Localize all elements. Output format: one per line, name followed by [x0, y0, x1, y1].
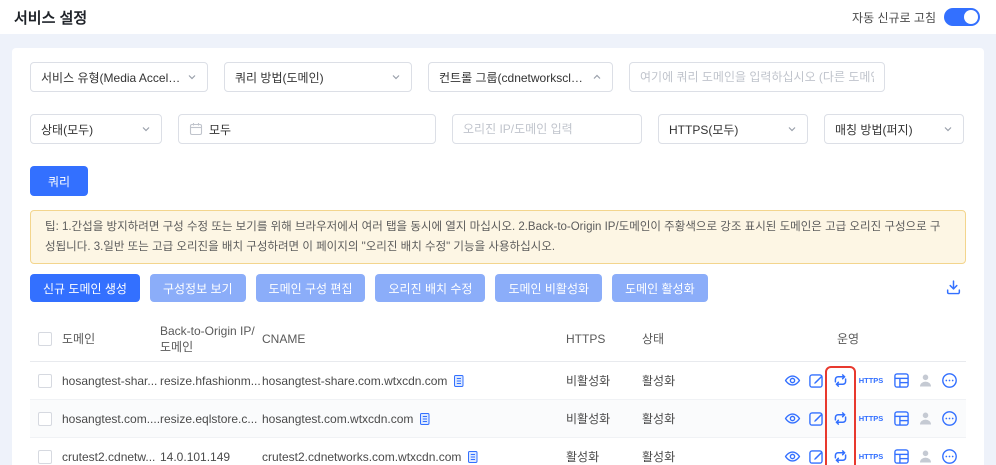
config-table-icon[interactable]: [893, 410, 910, 427]
domain-cell: crutest2.cdnetw...: [62, 449, 156, 464]
sync-icon[interactable]: [832, 410, 849, 427]
col-header-ops: 운영: [836, 332, 860, 346]
view-icon[interactable]: [784, 410, 801, 427]
table-row: hosangtest-shar... resize.hfashionm... h…: [30, 362, 966, 400]
query-button[interactable]: 쿼리: [30, 166, 88, 196]
date-value: 모두: [209, 122, 232, 137]
sync-icon[interactable]: [832, 372, 849, 389]
more-icon[interactable]: [941, 372, 958, 389]
view-config-button[interactable]: 구성정보 보기: [149, 274, 246, 302]
toggle-knob: [964, 10, 978, 24]
tip-banner: 팁: 1.간섭을 방지하려면 구성 수정 또는 보기를 위해 브라우저에서 여러…: [30, 210, 966, 264]
more-icon[interactable]: [941, 410, 958, 427]
https-config-button[interactable]: HTTPS: [856, 452, 886, 461]
https-select[interactable]: HTTPS(모두): [658, 114, 808, 144]
chevron-down-icon: [943, 124, 953, 134]
config-table-icon[interactable]: [893, 448, 910, 465]
query-method-value: 쿼리 방법(도메인): [235, 70, 324, 85]
main-panel: 서비스 유형(Media Acceleratio... 쿼리 방법(도메인) 컨…: [12, 48, 984, 465]
https-status-cell: 활성화: [566, 450, 600, 464]
copy-icon[interactable]: [466, 450, 479, 464]
chevron-down-icon: [187, 72, 197, 82]
service-type-select[interactable]: 서비스 유형(Media Acceleratio...: [30, 62, 208, 92]
control-group-value: 컨트롤 그룹(cdnetworksclou...: [439, 70, 586, 85]
row-checkbox[interactable]: [38, 449, 52, 464]
service-type-value: 서비스 유형(Media Acceleratio...: [41, 70, 181, 85]
match-method-select[interactable]: 매칭 방법(퍼지): [824, 114, 964, 144]
status-cell: 활성화: [642, 412, 676, 426]
view-icon[interactable]: [784, 372, 801, 389]
table-row: crutest2.cdnetw... 14.0.101.149 crutest2…: [30, 438, 966, 465]
row-checkbox[interactable]: [38, 411, 52, 426]
match-method-value: 매칭 방법(퍼지): [835, 122, 913, 137]
chevron-down-icon: [141, 124, 151, 134]
https-config-button[interactable]: HTTPS: [856, 414, 886, 423]
status-cell: 활성화: [642, 374, 676, 388]
https-config-button[interactable]: HTTPS: [856, 376, 886, 385]
https-value: HTTPS(모두): [669, 122, 739, 137]
edit-domain-config-button[interactable]: 도메인 구성 편집: [255, 274, 366, 302]
copy-icon[interactable]: [452, 374, 465, 388]
edit-icon[interactable]: [808, 372, 825, 389]
status-cell: 활성화: [642, 450, 676, 464]
select-all-checkbox[interactable]: [38, 331, 52, 346]
control-group-select[interactable]: 컨트롤 그룹(cdnetworksclou...: [428, 62, 613, 92]
auto-refresh-label: 자동 신규로 고침: [852, 10, 936, 25]
action-bar: 신규 도메인 생성 구성정보 보기 도메인 구성 편집 오리진 배치 수정 도메…: [30, 274, 966, 302]
auto-refresh-toggle[interactable]: [944, 8, 980, 26]
col-header-https: HTTPS: [566, 331, 606, 346]
origin-cell: resize.eqlstore.c...: [160, 411, 258, 426]
domain-table: 도메인 Back-to-Origin IP/도메인 CNAME HTTPS 상태…: [30, 316, 966, 465]
table-header-row: 도메인 Back-to-Origin IP/도메인 CNAME HTTPS 상태…: [30, 316, 966, 362]
copy-icon[interactable]: [418, 412, 431, 426]
domain-cell: hosangtest.com....: [62, 411, 160, 426]
chevron-down-icon: [787, 124, 797, 134]
query-domain-input[interactable]: [640, 70, 874, 84]
origin-cell: 14.0.101.149: [160, 449, 231, 464]
edit-icon[interactable]: [808, 410, 825, 427]
origin-input-wrap: [452, 114, 642, 144]
https-status-cell: 비활성화: [566, 412, 611, 426]
https-status-cell: 비활성화: [566, 374, 611, 388]
enable-domain-button[interactable]: 도메인 활성화: [612, 274, 708, 302]
config-table-icon[interactable]: [893, 372, 910, 389]
query-domain-input-wrap: [629, 62, 885, 92]
edit-icon[interactable]: [808, 448, 825, 465]
row-checkbox[interactable]: [38, 373, 52, 388]
table-row: hosangtest.com.... resize.eqlstore.c... …: [30, 400, 966, 438]
node-icon[interactable]: [917, 448, 934, 465]
edit-origin-batch-button[interactable]: 오리진 배치 수정: [375, 274, 486, 302]
cname-cell: hosangtest-share.com.wtxcdn.com: [262, 373, 448, 388]
node-icon[interactable]: [917, 372, 934, 389]
chevron-down-icon: [391, 72, 401, 82]
create-domain-button[interactable]: 신규 도메인 생성: [30, 274, 140, 302]
cname-cell: crutest2.cdnetworks.com.wtxcdn.com: [262, 449, 462, 464]
sync-icon[interactable]: [832, 448, 849, 465]
col-header-domain: 도메인: [62, 332, 96, 346]
page-title: 서비스 설정: [14, 9, 88, 27]
status-value: 상태(모두): [41, 122, 94, 137]
col-header-back-to-origin: Back-to-Origin IP/도메인: [160, 323, 255, 354]
top-bar: 서비스 설정 자동 신규로 고침: [0, 0, 996, 34]
calendar-icon: [189, 122, 203, 136]
status-select[interactable]: 상태(모두): [30, 114, 162, 144]
date-range-picker[interactable]: 모두: [178, 114, 436, 144]
node-icon[interactable]: [917, 410, 934, 427]
origin-cell: resize.hfashionm...: [160, 373, 261, 388]
chevron-up-icon: [592, 72, 602, 82]
view-icon[interactable]: [784, 448, 801, 465]
col-header-cname: CNAME: [262, 331, 306, 346]
origin-ip-input[interactable]: [463, 122, 631, 136]
domain-cell: hosangtest-shar...: [62, 373, 158, 388]
more-icon[interactable]: [941, 448, 958, 465]
col-header-status: 상태: [642, 332, 665, 346]
disable-domain-button[interactable]: 도메인 비활성화: [495, 274, 603, 302]
query-method-select[interactable]: 쿼리 방법(도메인): [224, 62, 412, 92]
cname-cell: hosangtest.com.wtxcdn.com: [262, 411, 414, 426]
download-icon[interactable]: [945, 279, 962, 296]
